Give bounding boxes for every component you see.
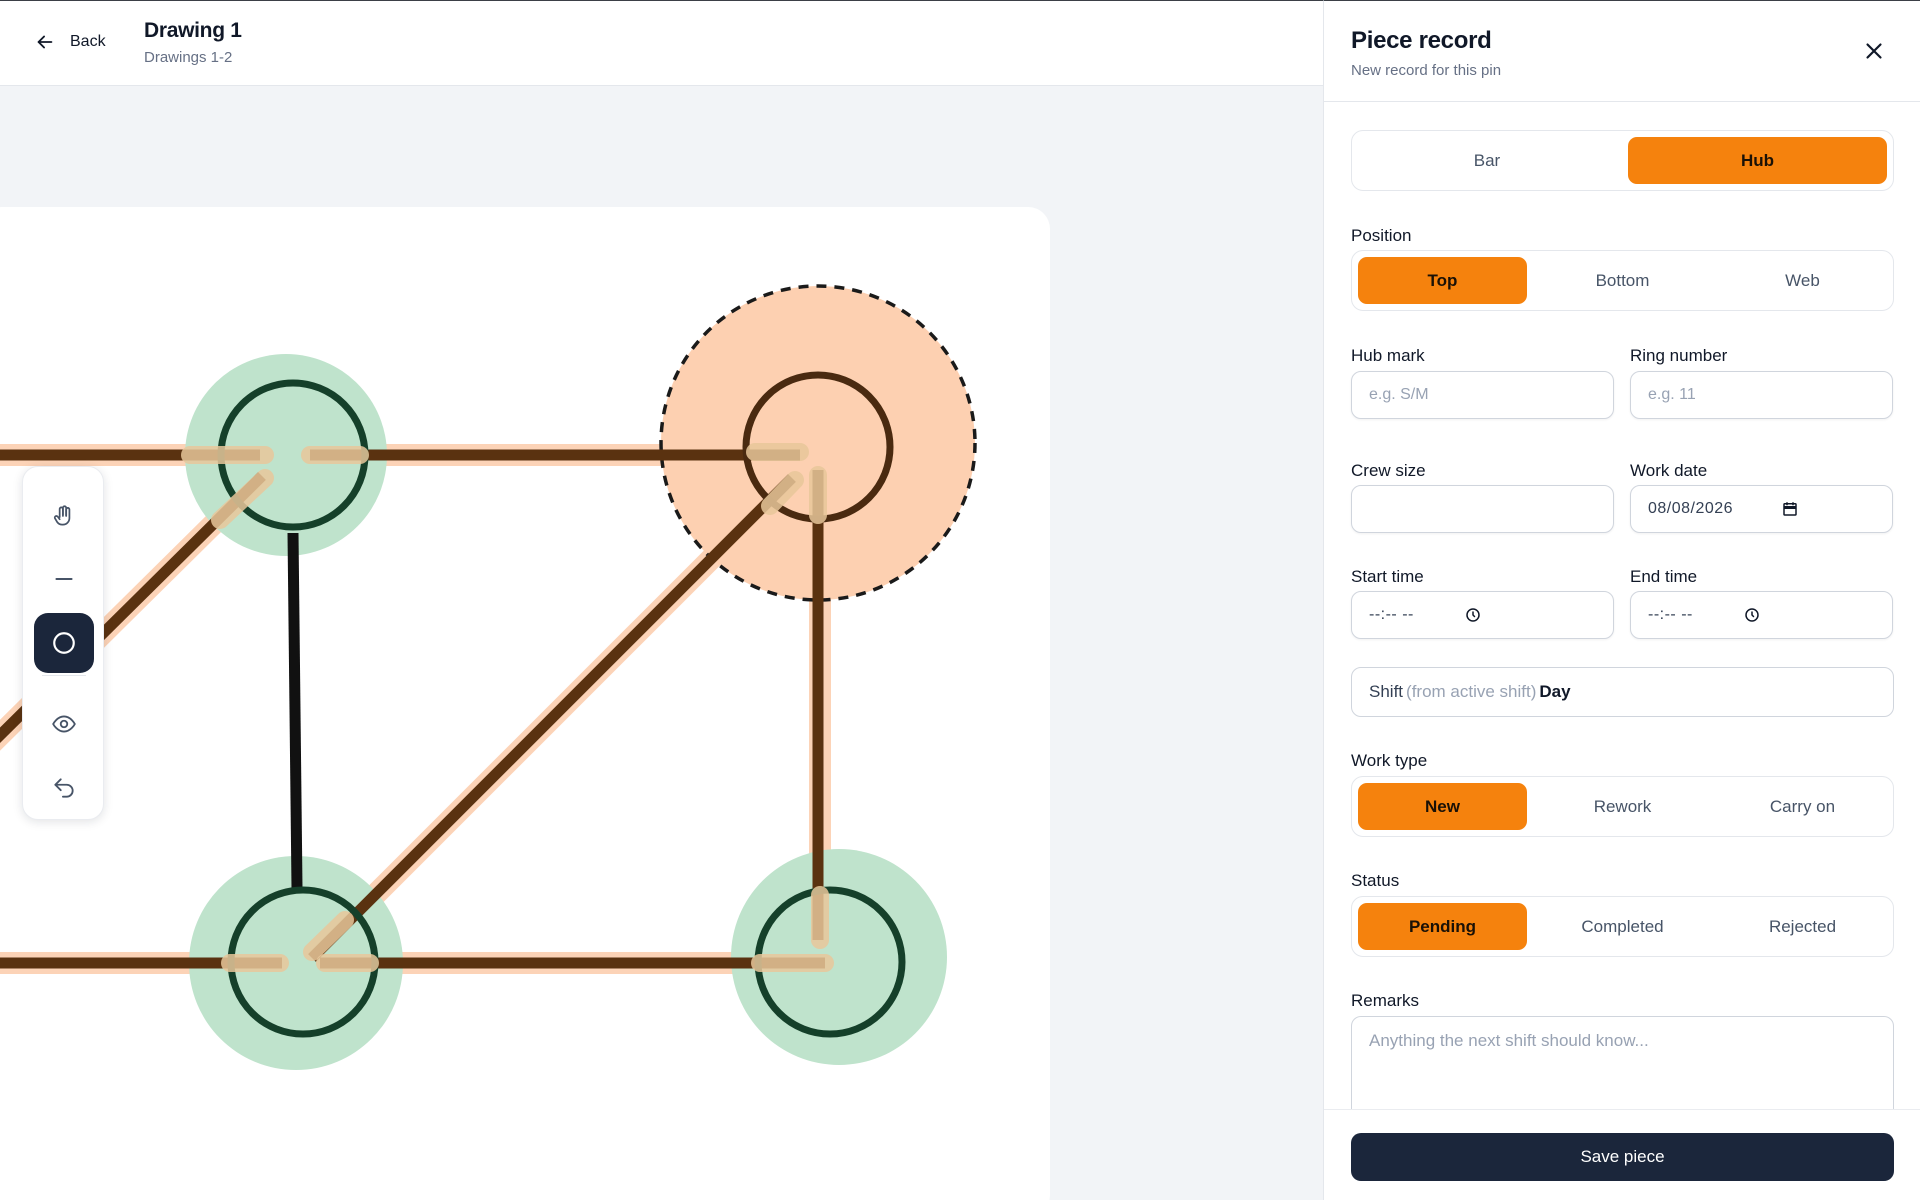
start-time-value: --:-- -- xyxy=(1369,606,1414,623)
hub-mark-label: Hub mark xyxy=(1351,346,1425,365)
undo-icon xyxy=(54,778,74,798)
status-option-completed[interactable]: Completed xyxy=(1538,903,1707,950)
status-option-rejected[interactable]: Rejected xyxy=(1718,903,1887,950)
work-type-option-new[interactable]: New xyxy=(1358,783,1527,830)
hub-mark-input[interactable] xyxy=(1351,371,1614,419)
ring-number-input[interactable] xyxy=(1630,371,1893,419)
position-option-top[interactable]: Top xyxy=(1358,257,1527,304)
status-toggle: Pending Completed Rejected xyxy=(1351,896,1894,957)
clock-icon[interactable] xyxy=(1464,606,1482,624)
close-icon[interactable] xyxy=(1861,38,1887,64)
position-option-web[interactable]: Web xyxy=(1718,257,1887,304)
piece-type-toggle: Bar Hub xyxy=(1351,130,1894,191)
end-time-value: --:-- -- xyxy=(1648,606,1693,623)
structure-drawing[interactable] xyxy=(0,0,1323,1200)
position-label: Position xyxy=(1351,226,1412,245)
panel-header: Piece record New record for this pin xyxy=(1324,1,1920,102)
work-type-toggle: New Rework Carry on xyxy=(1351,776,1894,837)
panel-title: Piece record xyxy=(1351,27,1492,54)
start-time-label: Start time xyxy=(1351,567,1424,586)
pan-tool-button[interactable] xyxy=(34,486,94,546)
bar xyxy=(308,474,796,962)
circle-icon xyxy=(53,632,75,654)
work-type-label: Work type xyxy=(1351,751,1428,770)
work-type-option-rework[interactable]: Rework xyxy=(1538,783,1707,830)
shift-readout: Shift (from active shift) Day xyxy=(1351,667,1894,717)
undo-tool-button[interactable] xyxy=(34,758,94,818)
panel-subtitle: New record for this pin xyxy=(1351,62,1502,79)
crew-size-label: Crew size xyxy=(1351,461,1426,480)
shift-value: Day xyxy=(1539,682,1571,701)
clock-icon[interactable] xyxy=(1743,606,1761,624)
type-option-bar[interactable]: Bar xyxy=(1358,137,1616,184)
save-piece-button[interactable]: Save piece xyxy=(1351,1133,1894,1181)
piece-record-panel: Piece record New record for this pin Bar… xyxy=(1323,0,1920,1200)
shift-key: Shift xyxy=(1369,682,1404,701)
position-option-bottom[interactable]: Bottom xyxy=(1538,257,1707,304)
line-tool-button[interactable] xyxy=(34,549,94,609)
work-date-label: Work date xyxy=(1630,461,1708,480)
visibility-tool-button[interactable] xyxy=(34,694,94,754)
circle-tool-button[interactable] xyxy=(34,613,94,673)
status-label: Status xyxy=(1351,871,1400,890)
end-time-label: End time xyxy=(1630,567,1698,586)
remarks-label: Remarks xyxy=(1351,991,1420,1010)
position-toggle: Top Bottom Web xyxy=(1351,250,1894,311)
crew-size-input[interactable] xyxy=(1351,485,1614,533)
calendar-icon[interactable] xyxy=(1781,500,1799,518)
work-date-value: 08/08/2026 xyxy=(1648,500,1734,517)
end-time-input[interactable]: --:-- -- xyxy=(1630,591,1893,639)
panel-footer: Save piece xyxy=(1324,1109,1920,1200)
type-option-hub[interactable]: Hub xyxy=(1628,137,1887,184)
shift-meta: (from active shift) xyxy=(1406,682,1537,701)
drawing-toolbar xyxy=(22,466,104,820)
hand-icon xyxy=(53,505,71,526)
work-type-option-carry-on[interactable]: Carry on xyxy=(1718,783,1887,830)
ring-number-label: Ring number xyxy=(1630,346,1728,365)
work-date-input[interactable]: 08/08/2026 xyxy=(1630,485,1893,533)
start-time-input[interactable]: --:-- -- xyxy=(1351,591,1614,639)
toolbar-divider xyxy=(42,675,86,676)
bar-vertical-black xyxy=(287,532,303,889)
eye-icon xyxy=(52,715,76,733)
line-icon xyxy=(55,578,73,580)
status-option-pending[interactable]: Pending xyxy=(1358,903,1527,950)
